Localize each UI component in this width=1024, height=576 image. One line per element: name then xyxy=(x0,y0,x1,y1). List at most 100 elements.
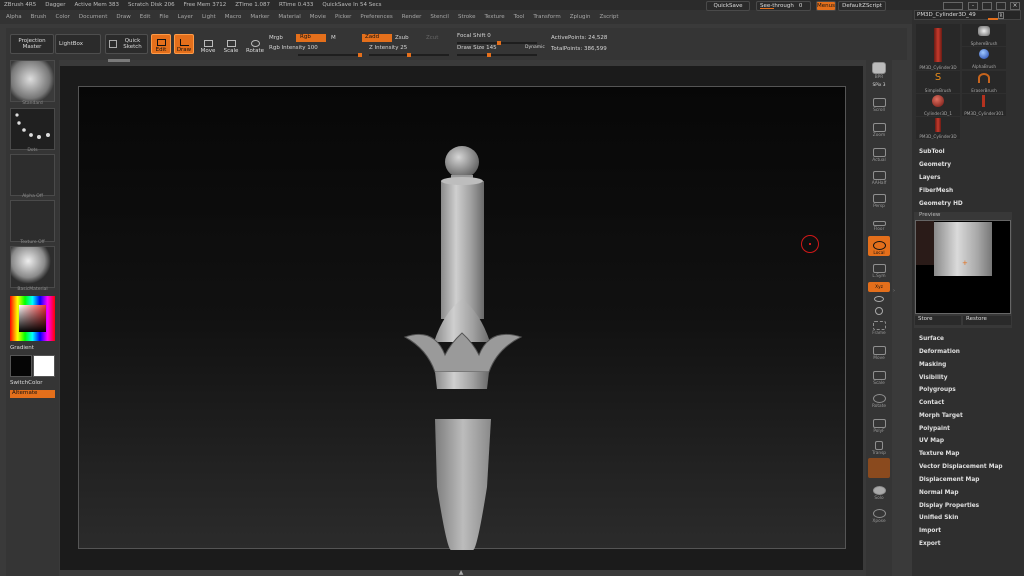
draw-button[interactable]: Draw xyxy=(174,34,194,54)
menu-stroke[interactable]: Stroke xyxy=(458,14,476,20)
quick-sketch-button[interactable]: Quick Sketch xyxy=(105,34,148,54)
dynamic-toggle[interactable]: Dynamic xyxy=(525,45,545,50)
actual-button[interactable]: Actual xyxy=(868,143,890,163)
primary-color-swatch[interactable] xyxy=(10,355,32,377)
menu-layer[interactable]: Layer xyxy=(178,14,193,20)
see-through-slider[interactable]: See-through 0 xyxy=(756,1,811,11)
color-saturation-square[interactable] xyxy=(19,305,46,332)
rgb-toggle[interactable]: Rgb xyxy=(296,34,326,42)
polyf-button[interactable]: PolyF xyxy=(868,414,890,434)
alpha-thumbnail[interactable] xyxy=(10,154,55,196)
texture-map-menu[interactable]: Texture Map xyxy=(919,451,959,457)
bpr-button[interactable]: BPR xyxy=(868,60,890,80)
mrgb-toggle[interactable]: Mrgb xyxy=(269,35,283,41)
snap-icon[interactable] xyxy=(875,307,883,315)
displacement-map-menu[interactable]: Displacement Map xyxy=(919,477,979,483)
menu-zplugin[interactable]: Zplugin xyxy=(570,14,591,20)
deformation-menu[interactable]: Deformation xyxy=(919,349,960,355)
unified-skin-menu[interactable]: Unified Skin xyxy=(919,515,958,521)
scale-button[interactable]: Scale xyxy=(222,34,240,54)
menu-transform[interactable]: Transform xyxy=(533,14,560,20)
rotate-axis-icon[interactable] xyxy=(874,296,884,302)
display-properties-menu[interactable]: Display Properties xyxy=(919,503,979,509)
rotate-view-button[interactable]: Rotate xyxy=(868,389,890,409)
tool-thumb-pm3d-cylinder301[interactable]: PM3D_Cylinder301 xyxy=(962,94,1006,116)
masking-menu[interactable]: Masking xyxy=(919,362,946,368)
subtool-menu[interactable]: SubTool xyxy=(919,149,945,155)
aahalf-button[interactable]: AAHalf xyxy=(868,166,890,186)
draw-size-slider[interactable]: Draw Size 145 xyxy=(457,45,497,51)
store-button[interactable]: Store xyxy=(915,316,961,325)
tool-thumb-eraser-brush[interactable]: EraserBrush xyxy=(962,71,1006,93)
secondary-color-swatch[interactable] xyxy=(33,355,55,377)
m-toggle[interactable]: M xyxy=(331,35,336,41)
canvas-scroll-indicator[interactable] xyxy=(108,59,130,62)
menu-stencil[interactable]: Stencil xyxy=(430,14,449,20)
menu-tool[interactable]: Tool xyxy=(514,14,525,20)
polygroups-menu[interactable]: Polygroups xyxy=(919,387,956,393)
menus-toggle[interactable]: Menus xyxy=(816,1,836,11)
preview-viewport[interactable]: + xyxy=(915,220,1011,314)
menu-macro[interactable]: Macro xyxy=(225,14,242,20)
menu-draw[interactable]: Draw xyxy=(116,14,130,20)
bottom-tray-toggle-icon[interactable]: ▲ xyxy=(456,570,466,576)
solo-button[interactable]: Solo xyxy=(868,481,890,501)
quicksave-button[interactable]: QuickSave xyxy=(706,1,750,11)
export-menu[interactable]: Export xyxy=(919,541,940,547)
lightbox-button[interactable]: LightBox xyxy=(55,34,101,54)
restore-button[interactable]: Restore xyxy=(963,316,1011,325)
move-button[interactable]: Move xyxy=(199,34,217,54)
projection-master-button[interactable]: Projection Master xyxy=(10,34,54,54)
uv-map-menu[interactable]: UV Map xyxy=(919,438,944,444)
tool-thumb-cylinder[interactable]: PM3D_Cylinder3D xyxy=(916,24,960,70)
layers-menu[interactable]: Layers xyxy=(919,175,940,181)
texture-thumbnail[interactable] xyxy=(10,200,55,242)
vector-displacement-map-menu[interactable]: Vector Displacement Map xyxy=(919,464,1003,470)
menu-marker[interactable]: Marker xyxy=(250,14,269,20)
geometry-menu[interactable]: Geometry xyxy=(919,162,951,168)
tool-thumb-pm3d-cylinder3d[interactable]: PM3D_Cylinder3D xyxy=(916,117,960,139)
menu-picker[interactable]: Picker xyxy=(335,14,351,20)
contact-menu[interactable]: Contact xyxy=(919,400,944,406)
minimize-icon[interactable]: – xyxy=(968,2,978,10)
tool-thumb-sphere-brush[interactable]: SphereBrush xyxy=(962,24,1006,46)
transp-button[interactable]: Transp xyxy=(868,436,890,456)
geometry-hd-menu[interactable]: Geometry HD xyxy=(919,201,963,207)
z-intensity-slider[interactable]: Z Intensity 25 xyxy=(369,45,407,51)
current-tool-name[interactable]: PM3D_Cylinder3D_49 xyxy=(914,10,1021,20)
zadd-toggle[interactable]: Zadd xyxy=(362,34,392,42)
stroke-thumbnail[interactable] xyxy=(10,108,55,150)
menu-material[interactable]: Material xyxy=(278,14,300,20)
tool-r-button[interactable]: R xyxy=(998,12,1004,19)
move-view-button[interactable]: Move xyxy=(868,341,890,361)
visibility-menu[interactable]: Visibility xyxy=(919,375,947,381)
menu-color[interactable]: Color xyxy=(56,14,70,20)
restore-icon[interactable] xyxy=(982,2,992,10)
color-picker[interactable] xyxy=(10,296,55,341)
zoom-button[interactable]: Zoom xyxy=(868,118,890,138)
menu-document[interactable]: Document xyxy=(79,14,108,20)
menu-light[interactable]: Light xyxy=(202,14,216,20)
lsym-button[interactable]: L.Sym xyxy=(868,259,890,279)
xpose-button[interactable]: Xpose xyxy=(868,504,890,524)
gradient-label[interactable]: Gradient xyxy=(10,345,34,351)
menu-edit[interactable]: Edit xyxy=(140,14,151,20)
import-menu[interactable]: Import xyxy=(919,528,941,534)
rgb-intensity-slider[interactable]: Rgb Intensity 100 xyxy=(269,45,318,51)
tray-collapse-icon[interactable]: › xyxy=(893,288,897,298)
layout-icon[interactable] xyxy=(943,2,963,10)
floor-button[interactable]: Floor xyxy=(868,212,890,232)
ghost-button[interactable] xyxy=(868,458,890,478)
menu-brush[interactable]: Brush xyxy=(31,14,47,20)
frame-button[interactable]: Frame xyxy=(868,316,890,336)
zcut-toggle[interactable]: Zcut xyxy=(426,35,438,41)
menu-movie[interactable]: Movie xyxy=(310,14,326,20)
scale-view-button[interactable]: Scale xyxy=(868,366,890,386)
polypaint-menu[interactable]: Polypaint xyxy=(919,426,950,432)
scroll-button[interactable]: Scroll xyxy=(868,93,890,113)
zsub-toggle[interactable]: Zsub xyxy=(395,35,409,41)
alternate-toggle[interactable]: Alternate xyxy=(10,390,55,398)
document-canvas[interactable] xyxy=(78,86,846,550)
fibermesh-menu[interactable]: FiberMesh xyxy=(919,188,953,194)
default-zscript-button[interactable]: DefaultZScript xyxy=(838,1,886,11)
